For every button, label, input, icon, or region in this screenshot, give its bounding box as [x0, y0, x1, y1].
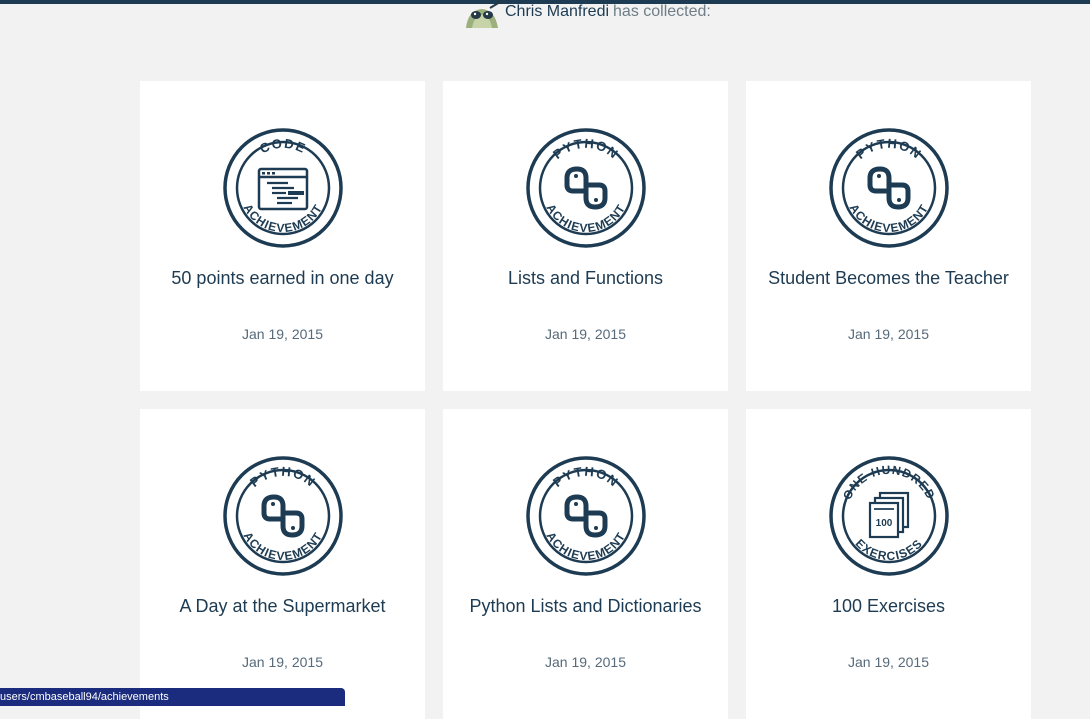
python-achievement-badge-icon: PYTHON ACHIEVEMENT [526, 456, 646, 576]
user-name-link[interactable]: Chris Manfredi [505, 3, 609, 20]
alien-avatar-icon[interactable] [462, 0, 502, 30]
achievement-date: Jan 19, 2015 [242, 326, 323, 342]
achievement-title: 100 Exercises [831, 596, 946, 616]
achievement-card[interactable]: CODE ACHIEVEMENT 50 points earned in one… [140, 81, 425, 391]
python-achievement-badge-icon: PYTHON ACHIEVEMENT [526, 128, 646, 248]
achievement-date: Jan 19, 2015 [545, 326, 626, 342]
achievement-title: Lists and Functions [507, 268, 664, 288]
status-bar-url: users/cmbaseball94/achievements [0, 688, 345, 706]
svg-text:EXERCISES: EXERCISES [853, 536, 926, 563]
svg-text:ACHIEVEMENT: ACHIEVEMENT [544, 201, 629, 235]
code-achievement-badge-icon: CODE ACHIEVEMENT [223, 128, 343, 248]
achievement-title: A Day at the Supermarket [179, 596, 386, 616]
svg-text:CODE: CODE [257, 136, 308, 157]
python-achievement-badge-icon: PYTHON ACHIEVEMENT [223, 456, 343, 576]
one-hundred-exercises-badge-icon: ONE HUNDRED EXERCISES 100 [829, 456, 949, 576]
svg-text:PYTHON: PYTHON [247, 464, 319, 490]
svg-text:PYTHON: PYTHON [550, 136, 622, 162]
achievement-date: Jan 19, 2015 [848, 654, 929, 670]
svg-text:100: 100 [876, 518, 893, 529]
collected-label: has collected: [613, 3, 711, 20]
achievement-title: 50 points earned in one day [171, 268, 394, 288]
achievement-date: Jan 19, 2015 [242, 654, 323, 670]
svg-text:PYTHON: PYTHON [550, 464, 622, 490]
achievement-card[interactable]: PYTHON ACHIEVEMENT A Day at the Supermar… [140, 409, 425, 719]
python-achievement-badge-icon: PYTHON ACHIEVEMENT [829, 128, 949, 248]
achievement-card[interactable]: PYTHON ACHIEVEMENT Python Lists and Dict… [443, 409, 728, 719]
svg-text:ACHIEVEMENT: ACHIEVEMENT [847, 201, 932, 235]
achievement-title: Python Lists and Dictionaries [469, 596, 702, 616]
svg-text:ACHIEVEMENT: ACHIEVEMENT [544, 529, 629, 563]
achievement-card[interactable]: PYTHON ACHIEVEMENT Lists and Functions J… [443, 81, 728, 391]
svg-text:ACHIEVEMENT: ACHIEVEMENT [241, 529, 326, 563]
collected-header: Chris Manfredi has collected: [462, 0, 711, 30]
svg-text:PYTHON: PYTHON [853, 136, 925, 162]
achievement-card[interactable]: ONE HUNDRED EXERCISES 100 100 Exercises … [746, 409, 1031, 719]
achievement-date: Jan 19, 2015 [545, 654, 626, 670]
achievement-card[interactable]: PYTHON ACHIEVEMENT Student Becomes the T… [746, 81, 1031, 391]
achievement-date: Jan 19, 2015 [848, 326, 929, 342]
achievement-title: Student Becomes the Teacher [768, 268, 1009, 288]
